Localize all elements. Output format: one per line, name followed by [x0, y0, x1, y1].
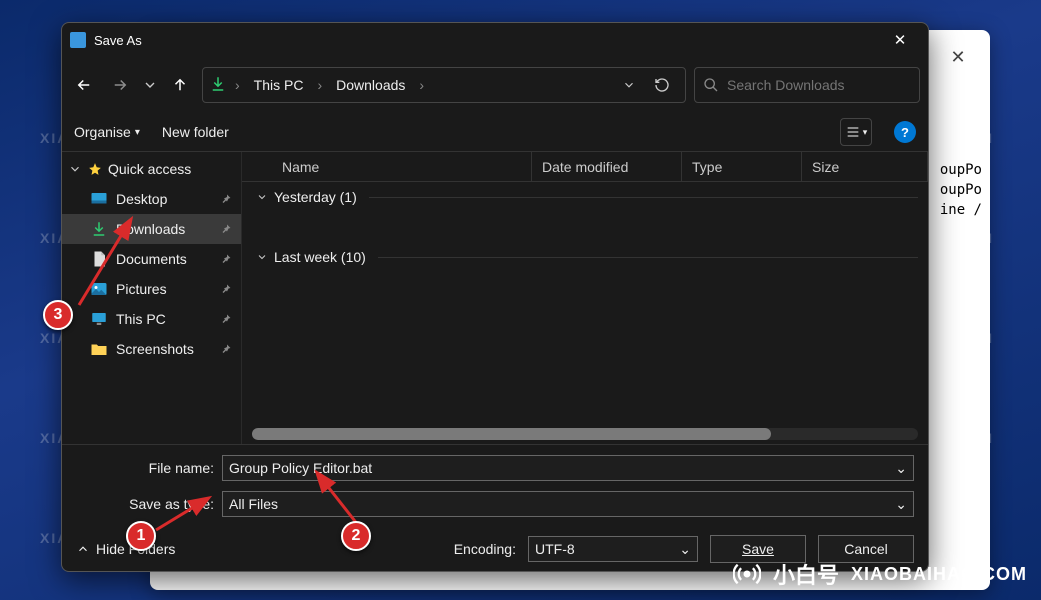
- file-name-input[interactable]: Group Policy Editor.bat ⌄: [222, 455, 914, 481]
- sidebar-item-label: Downloads: [116, 221, 185, 237]
- desktop-icon: [90, 190, 108, 208]
- documents-icon: [90, 250, 108, 268]
- hide-folders-button[interactable]: Hide Folders: [76, 541, 175, 557]
- group-last-week[interactable]: Last week (10): [242, 242, 928, 272]
- view-button[interactable]: ▾: [840, 118, 872, 146]
- chevron-down-icon[interactable]: ⌄: [895, 460, 907, 477]
- encoding-label: Encoding:: [454, 541, 516, 557]
- pictures-icon: [90, 280, 108, 298]
- sidebar-item-label: This PC: [116, 311, 166, 327]
- organise-button[interactable]: Organise▾: [74, 124, 140, 140]
- chevron-down-icon: [256, 251, 268, 263]
- sidebar-item-label: Documents: [116, 251, 187, 267]
- back-button[interactable]: [70, 71, 98, 99]
- pc-icon: [90, 310, 108, 328]
- column-date-modified[interactable]: Date modified: [532, 152, 682, 181]
- star-icon: [88, 162, 102, 176]
- quick-access-header[interactable]: Quick access: [62, 154, 241, 184]
- sidebar-item-pictures[interactable]: Pictures: [62, 274, 241, 304]
- help-button[interactable]: ?: [894, 121, 916, 143]
- chevron-right-icon: ›: [313, 77, 326, 93]
- save-as-dialog: Save As ✕ › This PC › Downloads › Organi…: [61, 22, 929, 572]
- app-icon: [70, 32, 86, 48]
- column-name[interactable]: Name: [272, 152, 532, 181]
- annotation-badge-3: 3: [43, 300, 73, 330]
- recent-dropdown[interactable]: [142, 71, 158, 99]
- column-type[interactable]: Type: [682, 152, 802, 181]
- sidebar-item-downloads[interactable]: Downloads: [62, 214, 241, 244]
- address-dropdown[interactable]: [617, 78, 641, 92]
- chevron-down-icon[interactable]: ⌄: [895, 496, 907, 513]
- sidebar-item-this-pc[interactable]: This PC: [62, 304, 241, 334]
- close-button[interactable]: ✕: [880, 26, 920, 54]
- chevron-down-icon[interactable]: ⌄: [679, 541, 691, 558]
- pin-icon: [219, 282, 233, 296]
- quick-access-label: Quick access: [108, 161, 191, 177]
- sidebar-item-label: Pictures: [116, 281, 167, 297]
- chevron-down-icon: [68, 162, 82, 176]
- sidebar-item-documents[interactable]: Documents: [62, 244, 241, 274]
- breadcrumb-downloads[interactable]: Downloads: [330, 77, 411, 93]
- downloads-icon: [209, 75, 227, 96]
- save-as-type-label: Save as type:: [76, 496, 222, 512]
- sidebar-item-label: Screenshots: [116, 341, 194, 357]
- annotation-badge-1: 1: [126, 521, 156, 551]
- horizontal-scrollbar[interactable]: [252, 428, 918, 440]
- chevron-right-icon: ›: [415, 77, 428, 93]
- pin-icon: [219, 222, 233, 236]
- breadcrumb-this-pc[interactable]: This PC: [248, 77, 310, 93]
- up-button[interactable]: [166, 71, 194, 99]
- sidebar: Quick access Desktop Downloads Documents…: [62, 152, 242, 444]
- chevron-down-icon: ▾: [135, 127, 140, 138]
- file-name-label: File name:: [76, 460, 222, 476]
- pin-icon: [219, 312, 233, 326]
- refresh-button[interactable]: [645, 77, 679, 93]
- sidebar-item-label: Desktop: [116, 191, 167, 207]
- watermark-brand: 小白号 XIAOBAIHAO.COM: [733, 558, 1027, 590]
- forward-button[interactable]: [106, 71, 134, 99]
- new-folder-button[interactable]: New folder: [162, 124, 229, 140]
- folder-icon: [90, 340, 108, 358]
- pin-icon: [219, 252, 233, 266]
- pin-icon: [219, 192, 233, 206]
- encoding-select[interactable]: UTF-8 ⌄: [528, 536, 698, 562]
- chevron-up-icon: [76, 542, 90, 556]
- file-list-pane: Name Date modified Type Size Yesterday (…: [242, 152, 928, 444]
- broadcast-icon: [733, 560, 761, 588]
- downloads-icon: [90, 220, 108, 238]
- dialog-title: Save As: [94, 33, 880, 48]
- bg-close-icon[interactable]: ✕: [938, 42, 978, 72]
- chevron-down-icon: [256, 191, 268, 203]
- pin-icon: [219, 342, 233, 356]
- column-headers[interactable]: Name Date modified Type Size: [242, 152, 928, 182]
- save-as-type-select[interactable]: All Files ⌄: [222, 491, 914, 517]
- sidebar-item-screenshots[interactable]: Screenshots: [62, 334, 241, 364]
- column-size[interactable]: Size: [802, 152, 928, 181]
- search-box[interactable]: [694, 67, 920, 103]
- search-icon: [703, 77, 719, 93]
- annotation-badge-2: 2: [341, 521, 371, 551]
- chevron-right-icon: ›: [231, 77, 244, 93]
- group-yesterday[interactable]: Yesterday (1): [242, 182, 928, 212]
- bg-code-text: oupPo oupPo ine /: [940, 160, 982, 220]
- address-bar[interactable]: › This PC › Downloads ›: [202, 67, 686, 103]
- search-input[interactable]: [727, 77, 911, 93]
- title-bar: Save As ✕: [62, 23, 928, 57]
- sidebar-item-desktop[interactable]: Desktop: [62, 184, 241, 214]
